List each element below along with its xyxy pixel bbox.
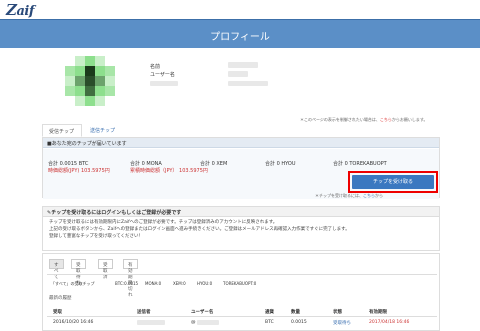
tip-history-panel: すべて 受取待ち 受取済 有効期限切れ 「すべて」の受取チップ BTC:0.00… xyxy=(42,253,440,331)
username-label: ユーザー名 xyxy=(150,72,175,78)
visibility-note: ＊このページの表示を制御されたい場合は、こちらからお願いします。 xyxy=(300,117,428,122)
market-value-jpy: 時価総額(JPY) 103.5975円 xyxy=(48,168,110,174)
tab-sent-tips[interactable]: 送信チップ xyxy=(84,124,124,137)
row-username-redacted xyxy=(197,320,219,325)
filter-summary-title: 「すべて」の受取チップ xyxy=(51,281,95,286)
row-currency: BTC xyxy=(265,320,274,325)
col-status: 状態 xyxy=(333,310,342,315)
row-expiry: 2017/04/18 16:46 xyxy=(369,320,410,325)
tip-panel-header: ■あなた宛のチップが届いています xyxy=(43,138,439,148)
col-received: 受取 xyxy=(53,310,62,315)
col-sender: 送信者 xyxy=(137,310,151,315)
row-username: @ xyxy=(191,320,196,325)
row-sender-redacted xyxy=(137,320,165,325)
total-mona: 合計 0 MONA xyxy=(130,161,162,167)
login-notice-header: ✎チップを受け取るにはログインもしくはご登録が必要です xyxy=(43,207,439,217)
receive-note: ＊チップを受け取るには、こちらから xyxy=(315,193,383,198)
col-expiry: 有効期限 xyxy=(369,310,387,315)
bio-redacted-2 xyxy=(228,81,268,86)
top-bar: Zaif xyxy=(0,0,480,19)
visibility-link[interactable]: こちら xyxy=(380,117,392,122)
col-currency: 通貨 xyxy=(265,310,274,315)
subtab-all[interactable]: すべて xyxy=(49,259,64,280)
filter-xem: XEM:0 xyxy=(173,281,186,286)
page-title: プロフィール xyxy=(210,32,270,43)
zaif-logo[interactable]: Zaif xyxy=(6,1,34,19)
receive-tip-highlight: チップを受け取る xyxy=(348,171,438,193)
login-notice-panel: ✎チップを受け取るにはログインもしくはご登録が必要です チップを受け取るには有効… xyxy=(42,206,440,251)
username-value-redacted xyxy=(228,71,248,77)
filter-hyou: HYOU:0 xyxy=(197,281,213,286)
cumulative-value-jpy: 累積時価総額（JPY） 103.5975円 xyxy=(130,168,208,174)
subtab-received[interactable]: 受取済 xyxy=(98,259,113,280)
divider xyxy=(47,274,437,275)
col-amount: 数量 xyxy=(291,310,300,315)
row-amount: 0.0015 xyxy=(291,320,307,325)
total-torekabuopt: 合計 0 TOREKABUOPT xyxy=(333,161,387,167)
filter-mona: MONA:0 xyxy=(145,281,162,286)
receive-tip-button[interactable]: チップを受け取る xyxy=(352,175,434,189)
total-xem: 合計 0 XEM xyxy=(200,161,228,167)
subtab-pending[interactable]: 受取待ち xyxy=(71,259,86,286)
subtab-expired[interactable]: 有効期限切れ xyxy=(123,259,138,298)
row-status[interactable]: 受取待ち xyxy=(333,320,351,326)
row-date: 2016/10/20 16:46 xyxy=(53,320,94,325)
receive-note-link[interactable]: こちら xyxy=(363,193,375,198)
name-value-redacted xyxy=(228,62,258,68)
filter-btc: BTC:0.0015 xyxy=(115,281,139,286)
total-btc: 合計 0.0015 BTC xyxy=(48,161,89,167)
notice-line-2: 上記の受け取るボタンから、Zaifへの登録またはログイン画面へ進み手続きください… xyxy=(49,227,350,232)
recent-history-label: 最新の履歴 xyxy=(49,296,72,301)
avatar xyxy=(65,56,115,106)
total-hyou: 合計 0 HYOU xyxy=(265,161,296,167)
bio-redacted xyxy=(150,81,178,86)
table-header-divider xyxy=(47,316,437,317)
notice-line-1: チップを受け取るには有効期限内にZaifへのご登録が必要です。チップは登録済みの… xyxy=(49,220,278,225)
notice-line-3: 登録して豊富なチップを受け取ってください！ xyxy=(49,234,144,239)
tab-received-tips[interactable]: 受信チップ xyxy=(42,124,82,137)
name-label: 名前 xyxy=(150,64,161,70)
col-username: ユーザー名 xyxy=(191,310,214,315)
filter-torekabuopt: TOREKABUOPT:0 xyxy=(223,281,257,286)
